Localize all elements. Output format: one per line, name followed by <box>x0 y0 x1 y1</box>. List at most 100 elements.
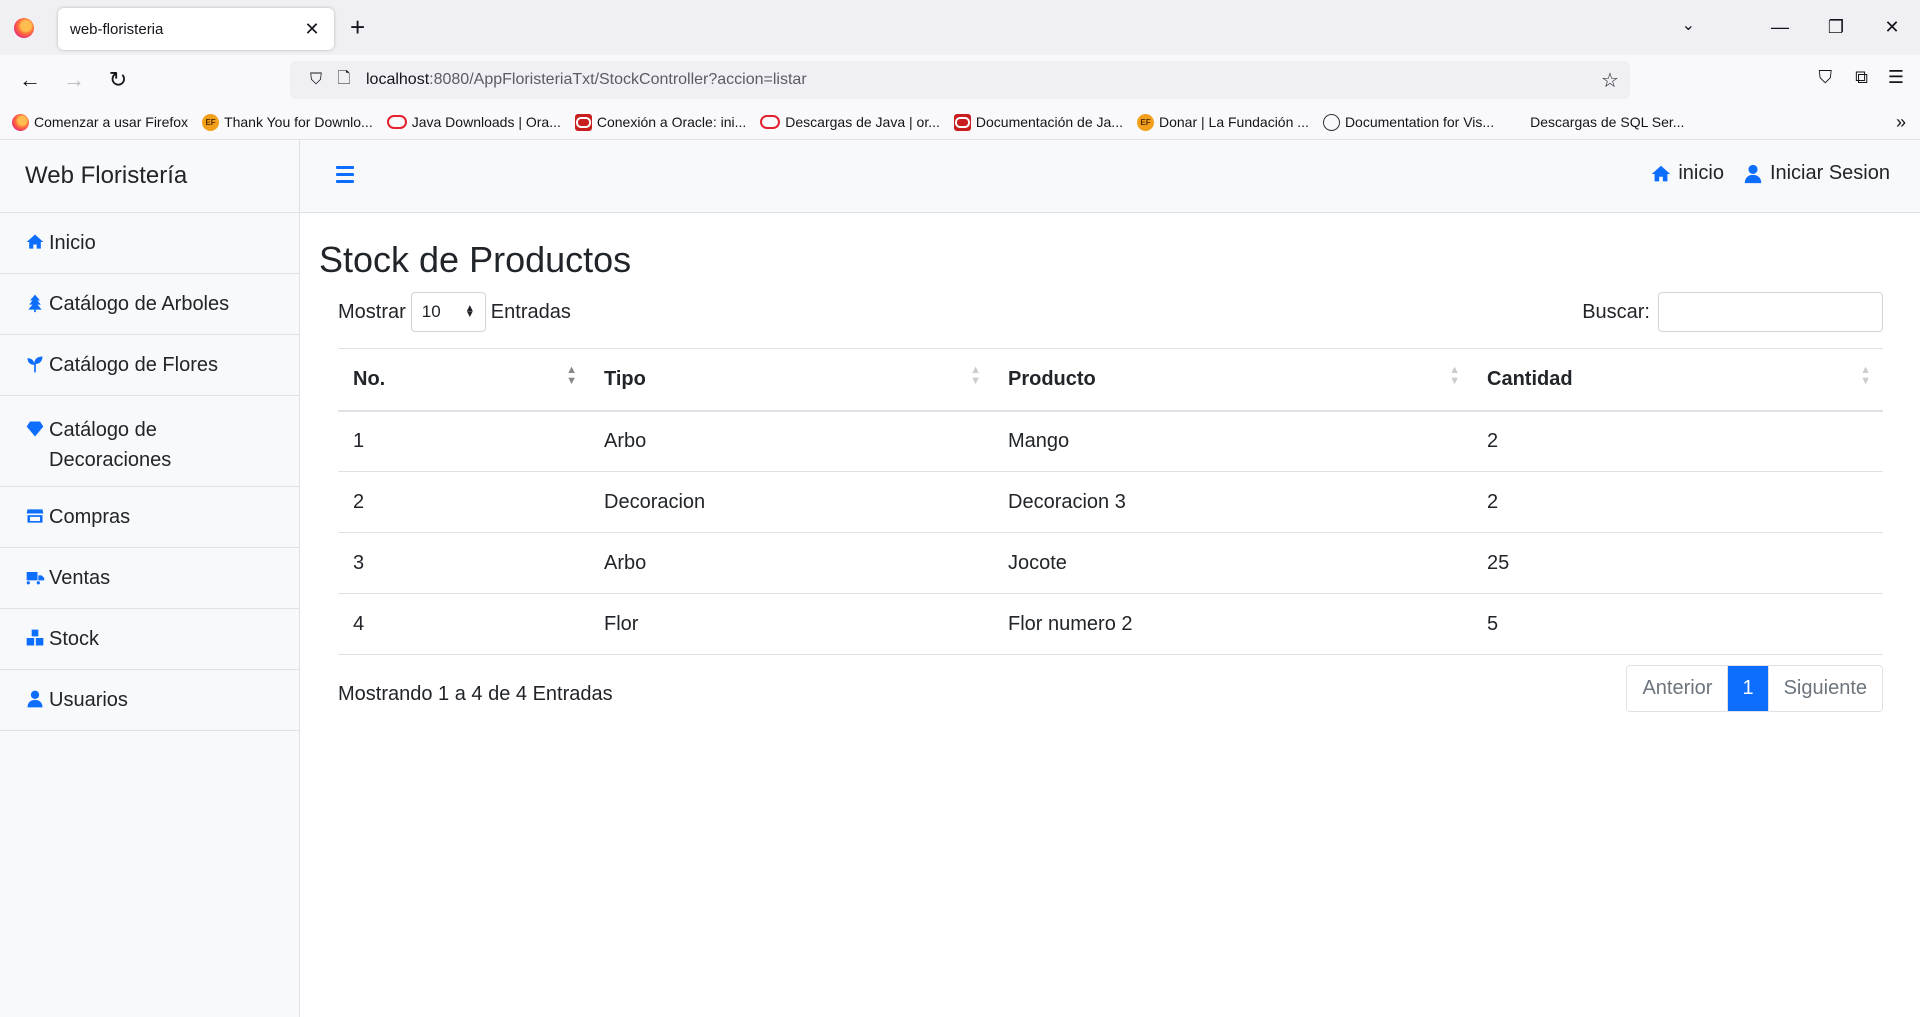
globe-icon <box>1322 113 1340 131</box>
nav-link-login[interactable]: Iniciar Sesion <box>1742 162 1890 185</box>
next-page-button[interactable]: Siguiente <box>1767 666 1882 711</box>
sidebar-item-stock[interactable]: Stock <box>0 609 299 670</box>
table-controls: Mostrar 10 ▲ ▼ Entradas Buscar: <box>319 292 1883 348</box>
ef-icon: EF <box>202 113 220 131</box>
sidebar-toggle-icon[interactable] <box>336 166 354 183</box>
truck-icon <box>25 567 49 590</box>
reload-icon[interactable]: ↻ <box>96 67 140 93</box>
firefox-icon[interactable] <box>14 17 34 38</box>
brand[interactable]: Web Floristería <box>0 140 299 213</box>
restore-icon[interactable]: ❐ <box>1808 17 1864 38</box>
page-title: Stock de Productos <box>319 239 632 280</box>
pagination: Anterior 1 Siguiente <box>1626 665 1883 712</box>
table-row: 4 Flor Flor numero 2 5 <box>338 593 1883 655</box>
prev-page-button[interactable]: Anterior <box>1627 666 1728 711</box>
bookmark-label: Documentación de Ja... <box>975 114 1123 130</box>
sidebar-item-ventas[interactable]: Ventas <box>0 548 299 609</box>
sidebar-item-compras[interactable]: Compras <box>0 487 299 548</box>
cell-cantidad: 25 <box>1472 532 1883 594</box>
sidebar-item-decoraciones[interactable]: Catálogo de Decoraciones <box>0 396 299 487</box>
url-text[interactable]: localhost:8080/AppFloristeriaTxt/StockCo… <box>366 71 1590 89</box>
sort-icon: ▲ ▼ <box>1449 364 1460 387</box>
cell-no: 4 <box>338 593 589 655</box>
sidebar-item-inicio[interactable]: Inicio <box>0 213 299 274</box>
table-info: Mostrando 1 a 4 de 4 Entradas <box>338 683 613 705</box>
oracle-oval-icon <box>760 115 781 129</box>
sidebar-item-label: Usuarios <box>49 688 128 711</box>
sidebar-item-label: Stock <box>49 627 100 650</box>
browser-navbar: ← → ↻ ⛉ 🗋 localhost:8080/AppFloristeriaT… <box>0 55 1920 105</box>
nav-link-label: Iniciar Sesion <box>1769 162 1890 184</box>
bookmark-item[interactable]: Conexión a Oracle: ini... <box>574 113 746 131</box>
seedling-icon <box>25 354 49 377</box>
bookmark-label: Java Downloads | Ora... <box>411 114 561 130</box>
bookmark-item[interactable]: EF Thank You for Downlo... <box>202 113 373 131</box>
column-header-producto[interactable]: Producto ▲ ▼ <box>993 348 1472 412</box>
minimize-icon[interactable]: — <box>1752 17 1808 38</box>
close-window-icon[interactable]: ✕ <box>1864 17 1920 38</box>
sidebar-item-usuarios[interactable]: Usuarios <box>0 670 299 731</box>
bookmark-item[interactable]: EF Donar | La Fundación ... <box>1136 113 1309 131</box>
more-bookmarks-icon[interactable]: » <box>1896 112 1906 133</box>
url-bar[interactable]: ⛉ 🗋 localhost:8080/AppFloristeriaTxt/Sto… <box>290 61 1630 99</box>
oracle-box-icon <box>574 113 592 131</box>
close-tab-icon[interactable]: ✕ <box>302 19 322 40</box>
cell-cantidad: 5 <box>1472 593 1883 655</box>
app: Web Floristería Inicio Catálogo de Arbol… <box>0 140 1920 1017</box>
table-header-row: No. ▲ ▼ Tipo ▲ ▼ Producto ▲ ▼ Cantidad ▲ ▼ <box>338 348 1883 412</box>
forward-icon[interactable]: → <box>52 67 96 93</box>
url-path: :8080/AppFloristeriaTxt/StockController?… <box>429 71 807 88</box>
extensions-icon[interactable]: ⧉ <box>1855 67 1868 88</box>
tree-icon <box>25 293 49 316</box>
home-icon <box>25 232 49 255</box>
cell-producto: Jocote <box>993 532 1472 594</box>
new-tab-icon[interactable]: + <box>350 12 365 43</box>
bookmark-label: Documentation for Vis... <box>1344 114 1495 130</box>
page-size-select[interactable]: 10 ▲ ▼ <box>410 292 486 332</box>
column-header-no[interactable]: No. ▲ ▼ <box>338 348 589 412</box>
bookmark-item[interactable]: Comenzar a usar Firefox <box>12 113 188 131</box>
browser-tabbar: web-floristeria ✕ + ⌄ — ❐ ✕ <box>0 0 1920 55</box>
table-row: 3 Arbo Jocote 25 <box>338 532 1883 594</box>
back-icon[interactable]: ← <box>8 67 52 93</box>
sidebar-item-label: Catálogo de Decoraciones <box>49 419 172 471</box>
column-header-cantidad[interactable]: Cantidad ▲ ▼ <box>1472 348 1883 412</box>
oracle-box-icon <box>953 113 971 131</box>
window-controls: — ❐ ✕ <box>1752 0 1920 55</box>
sidebar: Web Floristería Inicio Catálogo de Arbol… <box>0 140 300 1017</box>
sort-icon: ▲ ▼ <box>566 364 577 387</box>
bookmark-item[interactable]: Documentation for Vis... <box>1322 113 1495 131</box>
cell-tipo: Arbo <box>589 532 993 594</box>
page-content: Stock de Productos Mostrar 10 ▲ ▼ Entrada… <box>300 238 1920 725</box>
cell-tipo: Flor <box>589 593 993 655</box>
table-search: Buscar: <box>1582 292 1883 332</box>
page-info-icon[interactable]: 🗋 <box>330 67 358 94</box>
bookmark-item[interactable]: Descargas de Java | or... <box>760 114 940 130</box>
bookmark-item[interactable]: Descargas de SQL Ser... <box>1508 114 1684 131</box>
top-navbar: inicio Iniciar Sesion <box>300 140 1920 213</box>
sidebar-item-label: Compras <box>49 505 131 528</box>
tab-title: web-floristeria <box>70 20 164 38</box>
nav-link-label: inicio <box>1678 162 1724 184</box>
browser-tab[interactable]: web-floristeria ✕ <box>58 8 334 50</box>
pocket-icon[interactable]: ⛉ <box>1819 67 1833 88</box>
search-input[interactable] <box>1658 292 1883 332</box>
table-row: 2 Decoracion Decoracion 3 2 <box>338 471 1883 533</box>
bookmark-star-icon[interactable]: ☆ <box>1590 68 1630 93</box>
bookmark-item[interactable]: Java Downloads | Ora... <box>386 114 561 130</box>
sidebar-item-label: Ventas <box>49 566 111 589</box>
sidebar-item-arboles[interactable]: Catálogo de Arboles <box>0 274 299 335</box>
list-tabs-icon[interactable]: ⌄ <box>1682 15 1695 35</box>
column-header-label: No. <box>353 367 386 390</box>
shield-icon[interactable]: ⛉ <box>302 71 330 89</box>
nav-link-inicio[interactable]: inicio <box>1650 162 1724 185</box>
menu-icon[interactable]: ☰ <box>1888 67 1904 88</box>
bookmarks-toolbar: Comenzar a usar Firefox EF Thank You for … <box>0 105 1920 140</box>
page-size-value: 10 <box>421 302 441 321</box>
bookmark-item[interactable]: Documentación de Ja... <box>953 113 1123 131</box>
column-header-tipo[interactable]: Tipo ▲ ▼ <box>589 348 993 412</box>
bookmark-label: Descargas de Java | or... <box>785 114 940 130</box>
sidebar-item-flores[interactable]: Catálogo de Flores <box>0 335 299 396</box>
sidebar-item-label: Catálogo de Flores <box>49 353 218 376</box>
page-1-button[interactable]: 1 <box>1727 666 1768 711</box>
